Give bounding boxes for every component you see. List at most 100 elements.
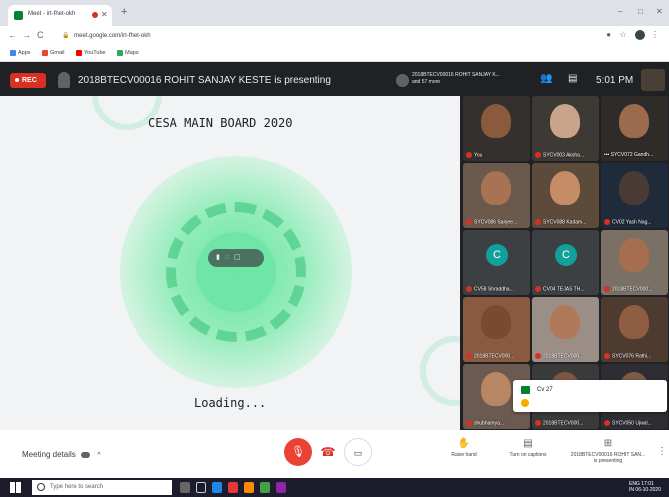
file-explorer-icon[interactable] [212,482,222,493]
captions-icon: ▤ [523,438,533,449]
camera-indicator-icon[interactable]: ● [606,30,611,39]
participant-tile[interactable]: SYCV003 Aksha... [532,96,599,161]
participant-tile[interactable]: 2018BTECV000... [463,297,530,362]
meet-bottom-bar: Meeting details ^ 🎙 ☎ ▭ ✋ Raise hand ▤ T… [0,430,669,478]
participant-video [619,305,649,339]
taskbar-search-input[interactable]: Type here to search [32,480,172,495]
tray-line-bottom: IN 06-10-2020 [629,487,661,493]
participant-name: SYCV086 Sanjee... [474,219,518,225]
participant-video [481,372,511,406]
lock-icon: 🔒 [62,33,70,39]
back-button[interactable]: ← [8,30,17,40]
mic-off-icon [604,352,610,359]
participant-tile[interactable]: CV02 Yash Nag... [601,163,668,228]
mic-off-icon [466,218,472,225]
task-view-icon[interactable] [196,482,206,493]
captions-button[interactable]: ▤ Turn on captions [496,438,560,458]
raise-hand-label: Raise hand [451,452,477,458]
speaking-dots-icon: ••• [604,152,611,158]
pinned-more: and 57 more [412,79,441,85]
presenting-button[interactable]: ⊞ 2018BTECV00016 ROHIT SAN... is present… [562,438,654,464]
microphone-toggle-button[interactable]: 🎙 [284,438,312,466]
participant-initial: C [486,244,508,266]
participant-tile[interactable]: You [463,96,530,161]
url-input[interactable]: 🔒 meet.google.com/irt-fhet-okh [54,29,594,43]
bookmark-apps[interactable]: Apps [10,50,31,56]
mic-off-icon [466,419,472,426]
participant-tile[interactable]: 2018BTECV000... [601,230,668,295]
fullscreen-icon[interactable]: ▢ [234,254,246,261]
participant-tile[interactable]: 2018BTECV000... [532,297,599,362]
system-tray[interactable]: ENG 17:01 IN 06-10-2020 [629,481,661,493]
participant-name: 2018BTECV000... [543,353,584,359]
mic-icon[interactable] [180,482,190,493]
participant-tile[interactable]: SYCV088 Kadam... [532,163,599,228]
profile-avatar[interactable] [634,30,645,40]
participant-tile[interactable]: SYCV086 Sanjee... [463,163,530,228]
apps-grid-icon [10,50,16,56]
participant-tile[interactable]: SYCV076 Rathi... [601,297,668,362]
bookmark-maps[interactable]: Maps [117,50,139,56]
mic-off-icon [604,218,610,225]
pinned-participant[interactable]: 2018BTECV00016 ROHIT SANJAY K... and 57 … [396,72,526,90]
participant-name-row: 2018BTECV000... [535,352,597,359]
participant-name: SYCV088 Kadam... [543,219,587,225]
slide-title: CESA MAIN BOARD 2020 [148,116,293,130]
pin-icon[interactable]: ▮ [216,254,225,261]
bookmark-gmail[interactable]: Gmail [42,50,64,56]
tab-title: Meet - irt-fhet-okh [28,11,76,17]
participants-icon[interactable]: 👥 [540,73,552,84]
participant-name-row: SYCV050 Ujwal... [604,419,666,426]
windows-start-icon[interactable] [10,482,21,493]
browser-tab-bar: Meet - irt-fhet-okh ✕ + – □ ✕ [0,0,669,26]
participant-name-row: SYCV088 Kadam... [535,218,597,225]
app-icon[interactable] [276,482,286,493]
windows-taskbar: Type here to search ENG 17:01 IN 06-10-2… [0,478,669,497]
participant-tile[interactable]: C CV58 Shraddha... [463,230,530,295]
address-bar-row: ← → C 🔒 meet.google.com/irt-fhet-okh ● ☆… [0,26,669,46]
maximize-button[interactable]: □ [638,7,643,16]
recording-dot-icon [92,12,98,18]
self-view-thumbnail[interactable] [641,69,665,91]
leave-call-button[interactable]: ☎ [314,438,342,466]
browser-tab[interactable]: Meet - irt-fhet-okh ✕ [8,5,112,26]
presentation-stage: CESA MAIN BOARD 2020 ▮◌▢ Loading... [0,96,460,430]
chat-notification[interactable]: Cv 27 [513,380,667,412]
more-options-icon[interactable]: ⋮ [657,446,667,457]
chrome-icon[interactable] [260,482,270,493]
mute-icon[interactable]: ◌ [225,254,234,261]
participant-tile[interactable]: C CV04 TEJAS TH... [532,230,599,295]
participant-name: You [474,152,483,158]
mic-off-icon [535,151,541,158]
participant-name-row: 2018BTECV000... [604,285,666,292]
mic-off-icon [535,218,541,225]
close-window-button[interactable]: ✕ [656,7,663,16]
forward-button[interactable]: → [22,30,31,40]
loader-core [196,232,276,312]
participant-name: shubhamya... [474,420,505,426]
app-icon[interactable] [244,482,254,493]
bookmark-star-icon[interactable]: ☆ [619,30,626,39]
new-tab-button[interactable]: + [121,6,127,18]
meeting-details-button[interactable]: Meeting details ^ [22,450,101,459]
maps-icon [117,50,124,56]
participant-initial: C [555,244,577,266]
presentation-controls[interactable]: ▮◌▢ [208,249,264,267]
close-tab-icon[interactable]: ✕ [101,10,108,19]
chat-message-icon [521,386,530,394]
browser-menu-icon[interactable]: ⋮ [651,30,659,39]
pinned-avatar [396,74,409,87]
camera-toggle-button[interactable]: ▭ [344,438,372,466]
presenting-title: 2018BTECV00016 ROHIT SANJAY KESTE is pre… [78,75,331,86]
url-text: meet.google.com/irt-fhet-okh [74,33,151,39]
mic-off-icon [535,352,541,359]
participant-tile[interactable]: ••• SYCV072 Gandh... [601,96,668,161]
minimize-button[interactable]: – [618,7,622,16]
chat-sender: Cv 27 [537,387,553,393]
app-icon[interactable] [228,482,238,493]
participant-video [481,305,511,339]
bookmark-youtube[interactable]: YouTube [75,50,106,56]
chat-icon[interactable]: ▤ [568,73,577,84]
reload-button[interactable]: C [37,30,44,40]
raise-hand-button[interactable]: ✋ Raise hand [432,438,496,458]
